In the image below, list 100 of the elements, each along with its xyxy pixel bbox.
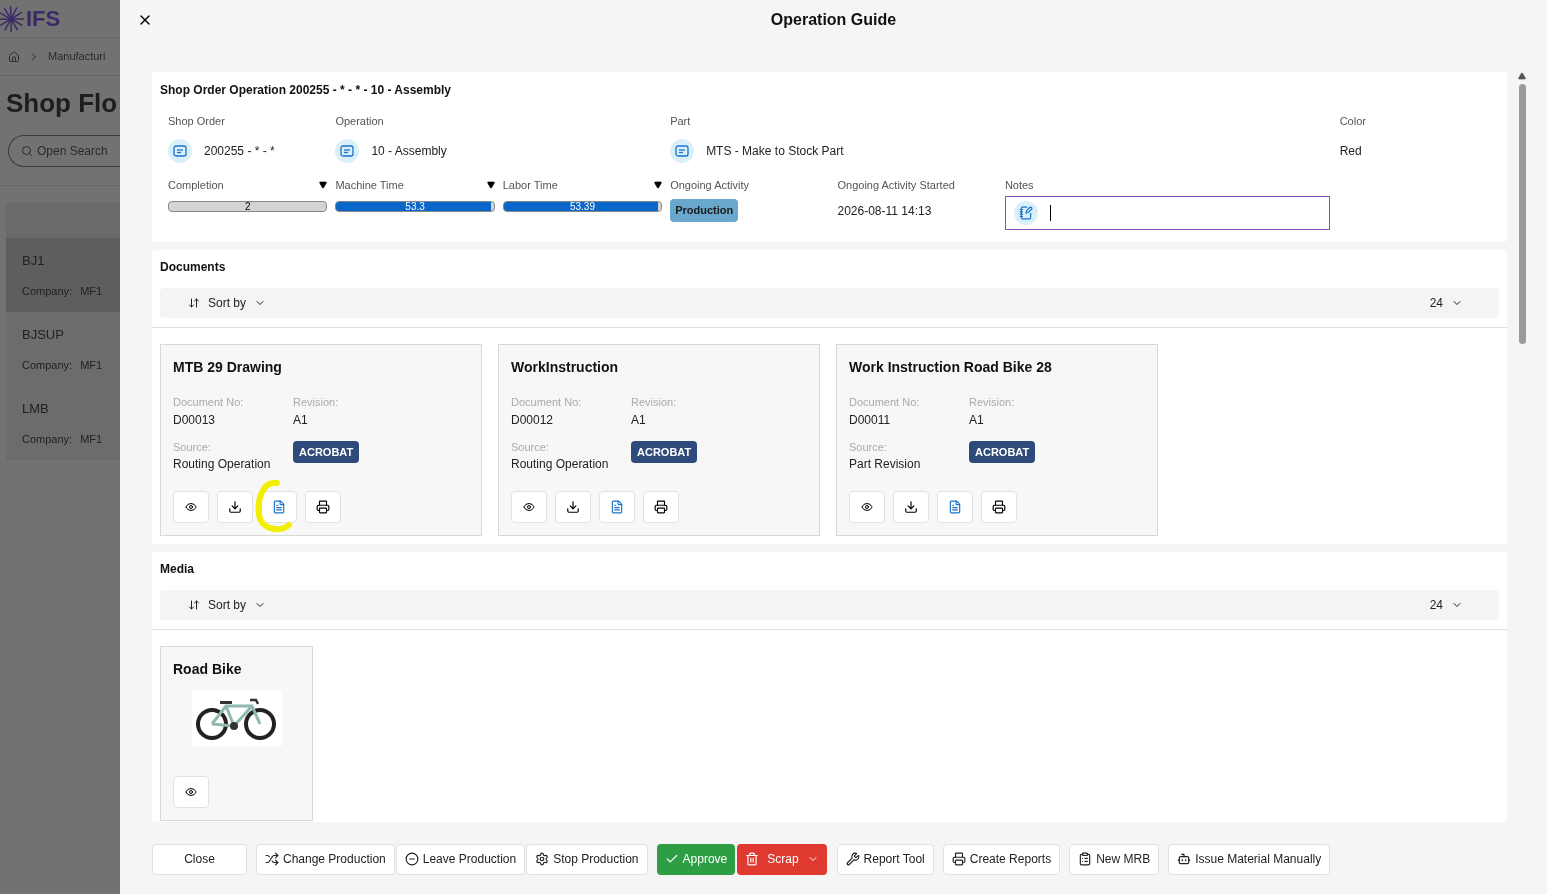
button-icon — [535, 852, 550, 866]
button-icon — [265, 852, 279, 866]
field-label: Source: — [511, 439, 550, 455]
dropdown-icon[interactable] — [654, 180, 663, 189]
format-badge: ACROBAT — [631, 440, 698, 463]
field-label: Color — [1339, 114, 1367, 129]
progress-reading: 53.3 — [404, 202, 426, 211]
notes-field[interactable] — [1004, 196, 1330, 230]
footer-button[interactable]: Stop Production — [526, 843, 648, 875]
download-icon — [904, 500, 918, 514]
activity-badge: Production — [670, 199, 739, 222]
field-value: A1 — [631, 411, 647, 429]
company-value: MF1 — [80, 357, 103, 373]
page-size-select[interactable]: 24 — [1429, 596, 1463, 614]
footer-button[interactable]: Issue Material Manually — [1168, 843, 1331, 875]
progress-reading: 53.39 — [568, 202, 596, 211]
page-title: Shop Flo — [5, 87, 119, 120]
sort-icon — [188, 297, 200, 309]
format-badge: ACROBAT — [293, 440, 360, 463]
button-icon — [845, 852, 860, 866]
home-icon[interactable] — [8, 50, 20, 63]
sort-icon — [188, 599, 200, 611]
company-label: Company: — [22, 431, 73, 447]
print-button[interactable] — [305, 491, 341, 523]
document-icon — [610, 500, 624, 514]
field-value: 2026-08-11 14:13 — [837, 203, 933, 220]
sort-button[interactable]: Sort by — [188, 294, 266, 312]
print-button[interactable] — [643, 491, 679, 523]
field-label: Ongoing Activity Started — [837, 177, 956, 193]
document-button[interactable] — [937, 491, 973, 523]
field-value: D00011 — [849, 411, 892, 429]
company-label: Company: — [22, 357, 73, 373]
field-value: A1 — [969, 411, 985, 429]
field-value: Red — [1339, 142, 1362, 160]
field-label: Operation — [335, 114, 385, 129]
footer-button[interactable]: Report Tool — [836, 843, 934, 875]
printer-icon — [992, 500, 1006, 514]
field-value: A1 — [293, 411, 309, 429]
field-value: Routing Operation — [173, 456, 272, 473]
footer-button[interactable]: Close — [152, 843, 247, 875]
scroll-thumb[interactable] — [1518, 84, 1526, 344]
scroll-up-icon[interactable] — [1518, 72, 1526, 80]
print-button[interactable] — [981, 491, 1017, 523]
logo-text: IFS — [26, 7, 61, 30]
footer-button[interactable]: New MRB — [1069, 843, 1160, 875]
operation-title: Shop Order Operation 200255 - * - * - 10 - Assembly — [159, 82, 452, 99]
document-title: MTB 29 Drawing — [173, 358, 283, 377]
dropdown-icon[interactable] — [486, 180, 495, 189]
download-button[interactable] — [893, 491, 929, 523]
item-name: LMB — [22, 400, 50, 418]
media-title: Road Bike — [173, 660, 243, 679]
view-button[interactable] — [173, 491, 209, 523]
logo-icon — [0, 3, 26, 34]
company-label: Company: — [22, 283, 73, 299]
field-value: Routing Operation — [511, 456, 610, 473]
sort-button[interactable]: Sort by — [188, 596, 266, 614]
download-button[interactable] — [217, 491, 253, 523]
printer-icon — [316, 500, 330, 514]
view-button[interactable] — [849, 491, 885, 523]
document-button[interactable] — [599, 491, 635, 523]
dialog-title: Operation Guide — [770, 10, 897, 30]
field-label: Document No: — [173, 395, 245, 410]
search-icon — [21, 145, 33, 157]
field-label: Document No: — [849, 395, 921, 410]
footer-button[interactable]: Change Production — [256, 843, 395, 875]
document-button[interactable] — [261, 491, 297, 523]
record-icon[interactable] — [670, 138, 695, 163]
field-label: Source: — [173, 439, 212, 455]
field-label: Shop Order — [168, 114, 226, 129]
document-icon — [272, 500, 286, 514]
field-label: Notes — [1004, 177, 1035, 193]
section-title: Media — [159, 561, 195, 578]
button-icon — [664, 852, 679, 866]
field-label: Ongoing Activity — [670, 177, 750, 193]
document-title: Work Instruction Road Bike 28 — [849, 358, 1053, 377]
footer-button[interactable]: Create Reports — [942, 843, 1061, 875]
eye-icon — [861, 501, 873, 513]
field-label: Revision: — [631, 395, 678, 410]
meter-label: Completion — [168, 177, 224, 193]
view-button[interactable] — [511, 491, 547, 523]
field-label: Document No: — [511, 395, 583, 410]
button-icon — [1078, 852, 1093, 866]
footer-button[interactable]: Leave Production — [395, 843, 526, 875]
field-label: Revision: — [293, 395, 340, 410]
eye-icon — [185, 501, 197, 513]
document-icon — [948, 500, 962, 514]
item-name: BJ1 — [22, 252, 46, 270]
download-button[interactable] — [555, 491, 591, 523]
section-title: Documents — [159, 259, 227, 276]
field-value: 200255 - * - * — [204, 142, 275, 160]
footer-button[interactable]: Scrap — [737, 843, 827, 875]
view-button[interactable] — [173, 776, 209, 808]
record-icon[interactable] — [335, 138, 360, 163]
format-badge: ACROBAT — [969, 440, 1036, 463]
dropdown-icon[interactable] — [319, 180, 328, 189]
page-size-select[interactable]: 24 — [1429, 294, 1463, 312]
company-value: MF1 — [80, 283, 103, 299]
printer-icon — [654, 500, 668, 514]
record-icon[interactable] — [168, 138, 192, 163]
progress-reading: 2 — [243, 202, 252, 211]
